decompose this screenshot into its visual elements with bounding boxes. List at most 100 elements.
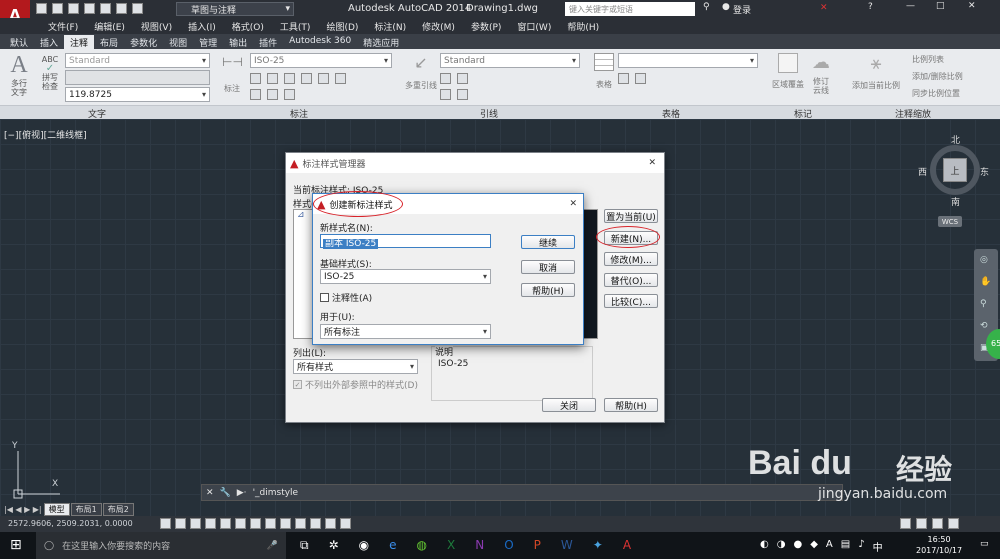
dim-break-icon[interactable]: [250, 73, 261, 84]
ribbon-tab[interactable]: 输出: [223, 35, 253, 49]
compare-style-button[interactable]: 比较(C)...: [604, 294, 658, 308]
windows-start-icon[interactable]: ⊞: [10, 537, 22, 553]
menu-item[interactable]: 插入(I): [180, 20, 224, 33]
ime-icon[interactable]: A: [826, 539, 833, 554]
add-leader-icon[interactable]: [440, 73, 451, 84]
search-input[interactable]: 键入关键字或短语: [565, 2, 695, 16]
ducs-toggle-icon[interactable]: [265, 518, 276, 529]
continue-button[interactable]: 继续: [521, 235, 575, 249]
ribbon-tab[interactable]: 参数化: [124, 35, 163, 49]
leader-style-select[interactable]: Standard ▾: [440, 53, 580, 68]
grid-toggle-icon[interactable]: [175, 518, 186, 529]
layout-tab[interactable]: 布局2: [102, 503, 134, 516]
close-cmd-icon[interactable]: ✕: [206, 488, 214, 498]
ribbon-tab[interactable]: 注释: [64, 35, 95, 49]
dim-center-icon[interactable]: [267, 89, 278, 100]
text-height-input[interactable]: 119.8725 ▾: [65, 87, 210, 102]
revcloud-button[interactable]: ☁ 修订 云线: [808, 53, 834, 96]
dim-inspect-icon[interactable]: [301, 73, 312, 84]
ribbon-tab[interactable]: 视图: [163, 35, 193, 49]
dim-style-select[interactable]: ISO-25 ▾: [250, 53, 392, 68]
ortho-toggle-icon[interactable]: [190, 518, 201, 529]
qp-toggle-icon[interactable]: [325, 518, 336, 529]
menu-item[interactable]: 文件(F): [40, 20, 86, 33]
viewport-label[interactable]: [−][俯视][二维线框]: [4, 128, 87, 141]
onenote-icon[interactable]: N: [475, 538, 484, 553]
steering-wheel-icon[interactable]: ◎: [980, 255, 988, 265]
menu-item[interactable]: 帮助(H): [559, 20, 607, 33]
exchange-icon[interactable]: ✕: [820, 3, 828, 13]
new-dialog-close-icon[interactable]: ✕: [569, 199, 577, 209]
edge-icon[interactable]: e: [389, 538, 396, 553]
tpy-toggle-icon[interactable]: [310, 518, 321, 529]
collect-leader-icon[interactable]: [457, 89, 468, 100]
workspace-gear-icon[interactable]: [900, 518, 911, 529]
link-data-icon[interactable]: [635, 73, 646, 84]
pan-icon[interactable]: ✋: [980, 277, 991, 287]
user-icon[interactable]: ●: [722, 2, 730, 12]
tray-icon-2[interactable]: ◑: [777, 539, 786, 554]
redo-icon[interactable]: [132, 3, 143, 14]
snap-toggle-icon[interactable]: [160, 518, 171, 529]
menu-item[interactable]: 标注(N): [366, 20, 414, 33]
menu-item[interactable]: 格式(O): [224, 20, 272, 33]
linear-dim-button[interactable]: ⊢⊣ 标注: [222, 55, 243, 94]
viewcube-south[interactable]: 南: [951, 195, 960, 208]
fullscreen-icon[interactable]: [948, 518, 959, 529]
zoom-icon[interactable]: ⚲: [980, 299, 987, 309]
network-icon[interactable]: ▤: [841, 539, 850, 554]
sync-scale-button[interactable]: 同步比例位置: [912, 88, 960, 99]
dyn-toggle-icon[interactable]: [280, 518, 291, 529]
volume-icon[interactable]: ♪: [858, 539, 864, 554]
close-icon[interactable]: ✕: [968, 1, 976, 11]
new-help-button[interactable]: 帮助(H): [521, 283, 575, 297]
tray-icon-3[interactable]: ●: [793, 539, 802, 554]
drawing-area[interactable]: [−][俯视][二维线框] 北 上 西 东 南 WCS ◎ ✋ ⚲ ⟲ ▣ 65…: [0, 119, 1000, 516]
multiline-text-button[interactable]: A 多行 文字: [6, 52, 32, 104]
set-current-button[interactable]: 置为当前(U): [604, 209, 658, 223]
viewcube-top-face[interactable]: 上: [943, 158, 967, 182]
help-icon[interactable]: ?: [868, 2, 873, 12]
open-file-icon[interactable]: [52, 3, 63, 14]
viewcube-west[interactable]: 西: [918, 165, 927, 178]
autocad-taskbar-icon[interactable]: A: [623, 538, 631, 553]
cancel-button[interactable]: 取消: [521, 260, 575, 274]
tray-icon-1[interactable]: ◐: [760, 539, 769, 554]
base-style-select[interactable]: ISO-25 ▾: [320, 269, 491, 284]
modify-style-button[interactable]: 修改(M)...: [604, 252, 658, 266]
microphone-icon[interactable]: 🎤: [267, 541, 278, 551]
scale-list-button[interactable]: 比例列表: [912, 54, 944, 65]
close-dialog-button[interactable]: 关闭: [542, 398, 596, 412]
3dosnap-toggle-icon[interactable]: [235, 518, 246, 529]
list-filter-select[interactable]: 所有样式 ▾: [293, 359, 418, 374]
save-icon[interactable]: [68, 3, 79, 14]
multileader-button[interactable]: ↙ 多重引线: [400, 53, 442, 91]
save-as-icon[interactable]: [84, 3, 95, 14]
extract-data-icon[interactable]: [618, 73, 629, 84]
add-current-scale-button[interactable]: ⚹ 添加当前比例: [846, 53, 906, 91]
minimize-icon[interactable]: —: [906, 1, 915, 11]
chrome-icon[interactable]: ◉: [359, 538, 369, 553]
ribbon-tab[interactable]: 布局: [94, 35, 124, 49]
lwt-toggle-icon[interactable]: [295, 518, 306, 529]
dim-jog-icon[interactable]: [284, 73, 295, 84]
remove-leader-icon[interactable]: [457, 73, 468, 84]
tab-nav-icon[interactable]: |◀ ◀ ▶ ▶|: [4, 505, 42, 514]
use-for-select[interactable]: 所有标注 ▾: [320, 324, 491, 339]
help-dialog-button[interactable]: 帮助(H): [604, 398, 658, 412]
override-style-button[interactable]: 替代(O)...: [604, 273, 658, 287]
menu-item[interactable]: 编辑(E): [86, 20, 133, 33]
dim-align-icon[interactable]: [250, 89, 261, 100]
ribbon-tab[interactable]: 插件: [253, 35, 283, 49]
menu-item[interactable]: 绘图(D): [318, 20, 366, 33]
undo-icon[interactable]: [116, 3, 127, 14]
wcs-menu[interactable]: WCS: [938, 216, 962, 227]
new-name-input[interactable]: 副本 ISO-25: [320, 234, 491, 249]
dim-update-icon[interactable]: [318, 73, 329, 84]
menu-item[interactable]: 工具(T): [272, 20, 319, 33]
no-external-checkbox[interactable]: ✓ 不列出外部参照中的样式(D): [293, 378, 418, 391]
coordinates-readout[interactable]: 2572.9606, 2509.2031, 0.0000: [8, 519, 133, 528]
spell-check-button[interactable]: ABC ✓ 拼写 检查: [38, 55, 62, 91]
table-button[interactable]: 表格: [592, 53, 616, 90]
maximize-icon[interactable]: □: [936, 1, 945, 11]
